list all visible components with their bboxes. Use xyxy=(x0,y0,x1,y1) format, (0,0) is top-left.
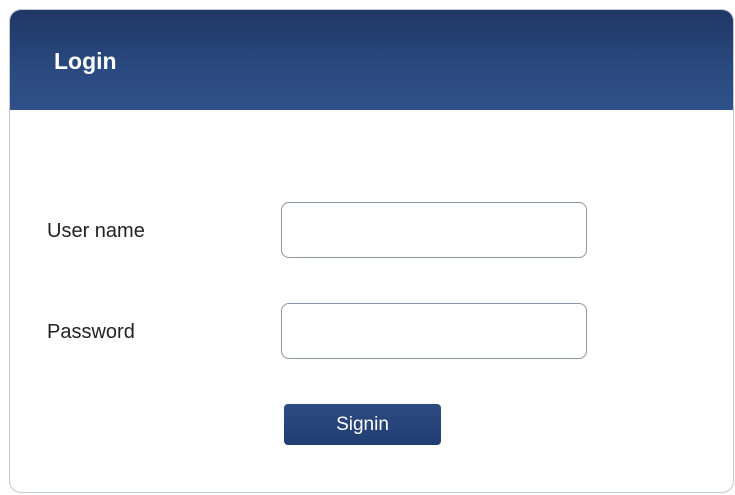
password-input[interactable] xyxy=(281,303,587,359)
username-input[interactable] xyxy=(281,202,587,258)
username-label: User name xyxy=(47,220,145,242)
password-label: Password xyxy=(47,321,135,343)
login-panel: Login User name Password Signin xyxy=(9,9,734,493)
page-title: Login xyxy=(54,48,117,74)
signin-button[interactable]: Signin xyxy=(284,404,441,445)
login-header: Login xyxy=(10,10,733,110)
